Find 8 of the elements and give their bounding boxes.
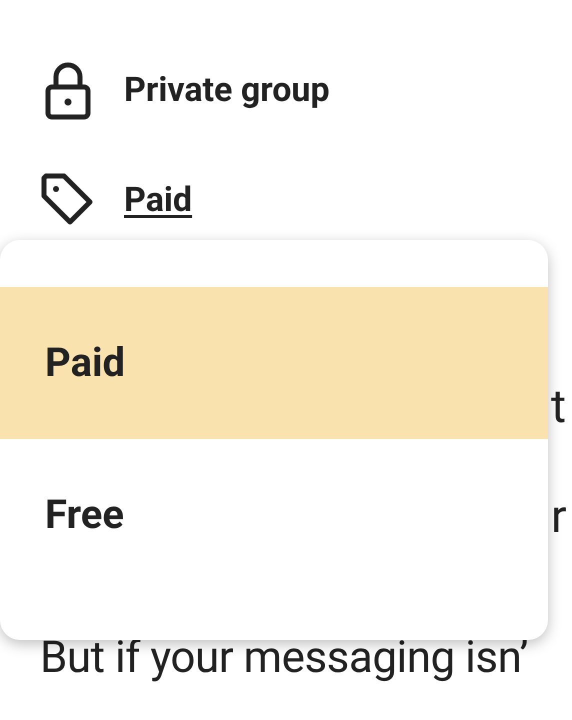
body-text: But if your messaging isn’ [40,631,528,683]
body-text: t [551,380,566,434]
body-text: r [551,490,567,544]
menu-option[interactable]: Paid [0,287,548,439]
menu-option[interactable]: Free [0,439,548,591]
group-privacy-label: Private group [124,68,330,112]
pricing-link[interactable]: Paid [124,174,192,226]
lock-icon [43,60,93,120]
